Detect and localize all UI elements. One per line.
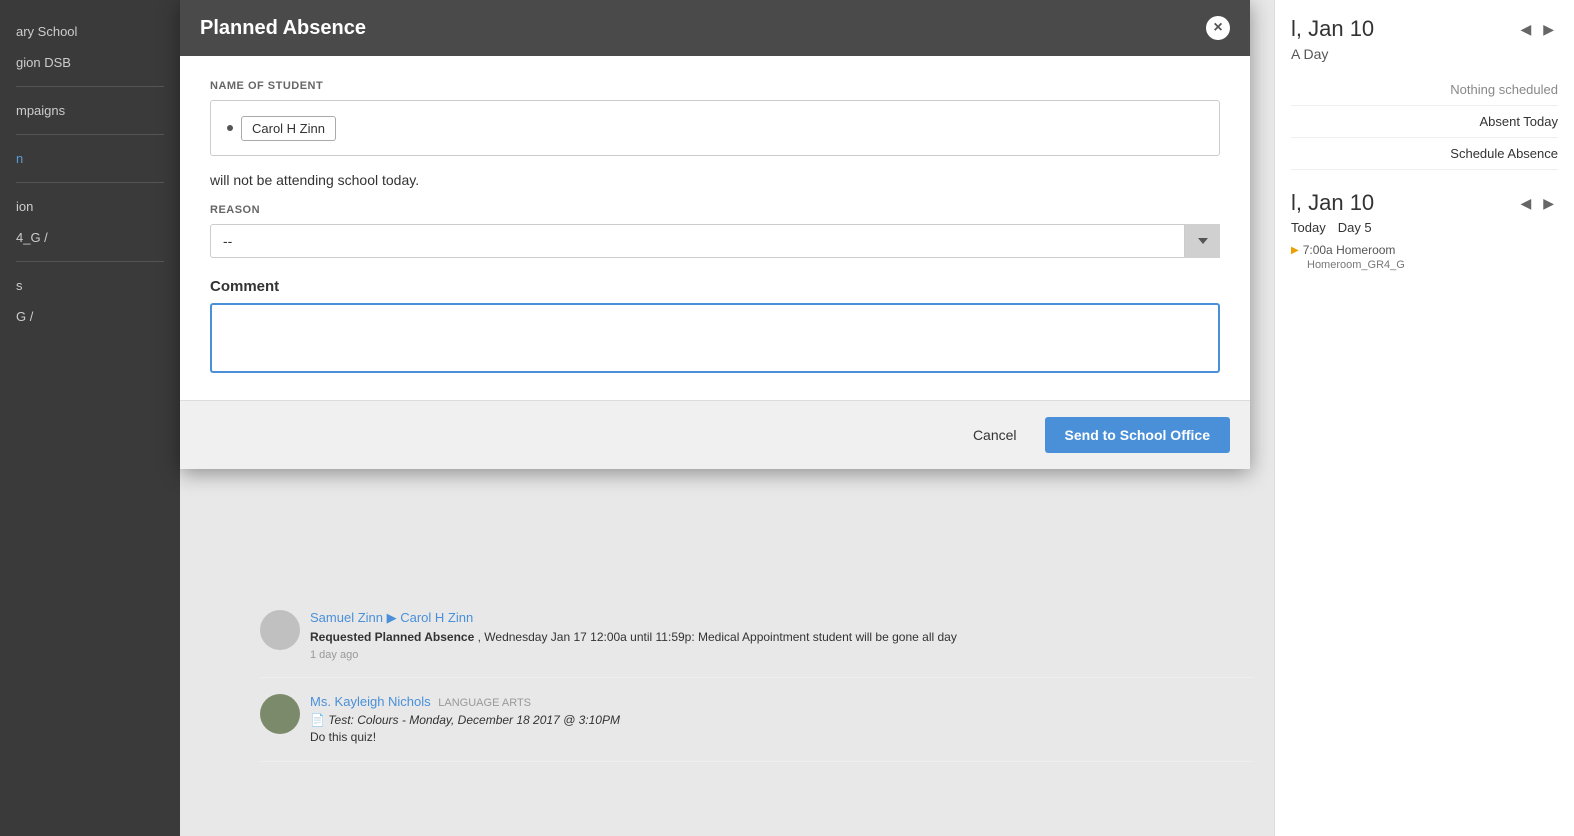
student-tag: Carol H Zinn [241, 116, 336, 141]
feed-icon-2: 📄 [310, 713, 325, 727]
planned-absence-modal: Planned Absence × NAME OF STUDENT Carol … [180, 0, 1250, 469]
feed-text-2: Test: Colours - Monday, December 18 2017… [328, 713, 620, 727]
feed-title-1: Samuel Zinn ▶ Carol H Zinn [310, 610, 1254, 626]
sidebar-divider-3 [16, 182, 164, 183]
sidebar-item-2[interactable]: gion DSB [0, 47, 180, 78]
sidebar-divider [16, 86, 164, 87]
modal-footer: Cancel Send to School Office [180, 400, 1250, 469]
prev-arrow-icon[interactable]: ◀ [1516, 19, 1535, 40]
day5-label: Day 5 [1338, 220, 1372, 235]
prev-arrow-2-icon[interactable]: ◀ [1516, 193, 1535, 214]
right-panel: l, Jan 10 ◀ ▶ A Day Nothing scheduled Ab… [1274, 0, 1574, 836]
feed-subtitle-2: Do this quiz! [310, 729, 1254, 746]
right-date-text: l, Jan 10 [1291, 16, 1374, 42]
feed-item-2: Ms. Kayleigh Nichols LANGUAGE ARTS 📄 Tes… [260, 694, 1254, 763]
student-field-label: NAME OF STUDENT [210, 80, 1220, 92]
comment-textarea[interactable] [210, 303, 1220, 373]
feed-arrow-1: ▶ [387, 610, 401, 625]
feed-author-1: Samuel Zinn [310, 610, 383, 625]
send-to-school-office-button[interactable]: Send to School Office [1045, 417, 1230, 453]
modal-close-button[interactable]: × [1206, 16, 1230, 40]
homeroom-location: Homeroom_GR4_G [1307, 259, 1558, 271]
feed-content-1: Samuel Zinn ▶ Carol H Zinn Requested Pla… [310, 610, 1254, 661]
right-date-row-2: l, Jan 10 ◀ ▶ [1291, 190, 1558, 216]
nav-arrows-2: ◀ ▶ [1516, 193, 1558, 214]
next-arrow-icon[interactable]: ▶ [1539, 19, 1558, 40]
attending-text: will not be attending school today. [210, 172, 1220, 188]
sidebar: ary School gion DSB mpaigns n ion 4_G / … [0, 0, 180, 836]
right-day-label: A Day [1291, 46, 1558, 62]
homeroom-time-text: 7:00a Homeroom [1303, 243, 1396, 257]
nothing-scheduled: Nothing scheduled [1291, 74, 1558, 106]
today-label: Today [1291, 220, 1326, 235]
next-arrow-2-icon[interactable]: ▶ [1539, 193, 1558, 214]
sidebar-item-grade[interactable]: 4_G / [0, 222, 180, 253]
play-icon: ▶ [1291, 245, 1299, 256]
feed-body-1: Requested Planned Absence , Wednesday Ja… [310, 629, 1254, 646]
absent-today-link[interactable]: Absent Today [1291, 106, 1558, 138]
schedule-absence-link[interactable]: Schedule Absence [1291, 138, 1558, 170]
feed-area: Samuel Zinn ▶ Carol H Zinn Requested Pla… [240, 600, 1274, 836]
feed-item-1: Samuel Zinn ▶ Carol H Zinn Requested Pla… [260, 610, 1254, 678]
avatar-2 [260, 694, 300, 734]
today-day5-row: Today Day 5 [1291, 220, 1558, 235]
modal-body: NAME OF STUDENT Carol H Zinn will not be… [180, 56, 1250, 400]
feed-author-2: Ms. Kayleigh Nichols [310, 694, 431, 709]
sidebar-item-s[interactable]: s [0, 270, 180, 301]
sidebar-item-ion[interactable]: ion [0, 191, 180, 222]
modal-title: Planned Absence [200, 17, 366, 40]
reason-select[interactable]: -- [210, 224, 1220, 258]
sidebar-item-campaigns[interactable]: mpaigns [0, 95, 180, 126]
feed-recipient-1: Carol H Zinn [400, 610, 473, 625]
modal-header: Planned Absence × [180, 0, 1250, 56]
feed-time-1: 1 day ago [310, 649, 1254, 661]
homeroom-entry: ▶ 7:00a Homeroom [1291, 243, 1558, 257]
feed-body-2: 📄 Test: Colours - Monday, December 18 20… [310, 712, 1254, 729]
right-date-row: l, Jan 10 ◀ ▶ [1291, 16, 1558, 42]
sidebar-divider-4 [16, 261, 164, 262]
feed-text-1: , Wednesday Jan 17 12:00a until 11:59p: … [478, 630, 957, 644]
feed-subject-2: LANGUAGE ARTS [438, 697, 531, 709]
bullet-icon [227, 125, 233, 131]
right-date-text-2: l, Jan 10 [1291, 190, 1374, 216]
sidebar-item-g[interactable]: G / [0, 301, 180, 332]
reason-field-label: REASON [210, 204, 1220, 216]
feed-bold-1: Requested Planned Absence [310, 630, 474, 644]
comment-label: Comment [210, 278, 1220, 295]
avatar-1 [260, 610, 300, 650]
student-name-box[interactable]: Carol H Zinn [210, 100, 1220, 156]
nav-arrows: ◀ ▶ [1516, 19, 1558, 40]
feed-content-2: Ms. Kayleigh Nichols LANGUAGE ARTS 📄 Tes… [310, 694, 1254, 746]
cancel-button[interactable]: Cancel [961, 419, 1029, 451]
sidebar-item-1[interactable]: ary School [0, 16, 180, 47]
sidebar-divider-2 [16, 134, 164, 135]
feed-title-2: Ms. Kayleigh Nichols LANGUAGE ARTS [310, 694, 1254, 709]
reason-select-wrapper: -- [210, 224, 1220, 258]
sidebar-item-n[interactable]: n [0, 143, 180, 174]
